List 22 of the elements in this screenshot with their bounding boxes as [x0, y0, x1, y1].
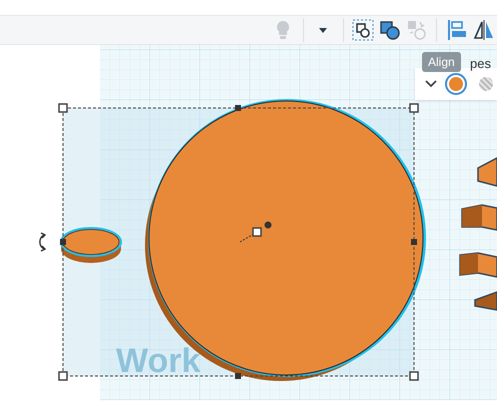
resize-handle[interactable] — [58, 103, 68, 113]
center-handle[interactable] — [240, 222, 272, 242]
mirror-icon[interactable] — [472, 19, 495, 41]
resize-handle[interactable] — [60, 239, 66, 245]
group-icon[interactable] — [352, 19, 374, 41]
tooltip: Align — [422, 52, 461, 72]
color-swatch[interactable] — [445, 73, 467, 95]
cylinder-shape[interactable] — [60, 227, 122, 263]
rotate-icon[interactable] — [39, 232, 46, 252]
resize-handle[interactable] — [58, 371, 68, 381]
panel-title: pes — [470, 55, 491, 73]
caret-icon[interactable] — [319, 28, 328, 32]
align-icon[interactable] — [446, 19, 468, 41]
resize-handle[interactable] — [235, 105, 241, 111]
resize-handle[interactable] — [409, 103, 419, 113]
resize-handle[interactable] — [235, 373, 241, 379]
workplane-label: Work — [116, 342, 200, 380]
shape-drawing[interactable] — [459, 156, 497, 311]
resize-handle[interactable] — [409, 371, 419, 381]
resize-handle[interactable] — [411, 239, 417, 245]
chevron-down-icon[interactable] — [425, 80, 437, 88]
union-icon[interactable] — [378, 19, 401, 41]
